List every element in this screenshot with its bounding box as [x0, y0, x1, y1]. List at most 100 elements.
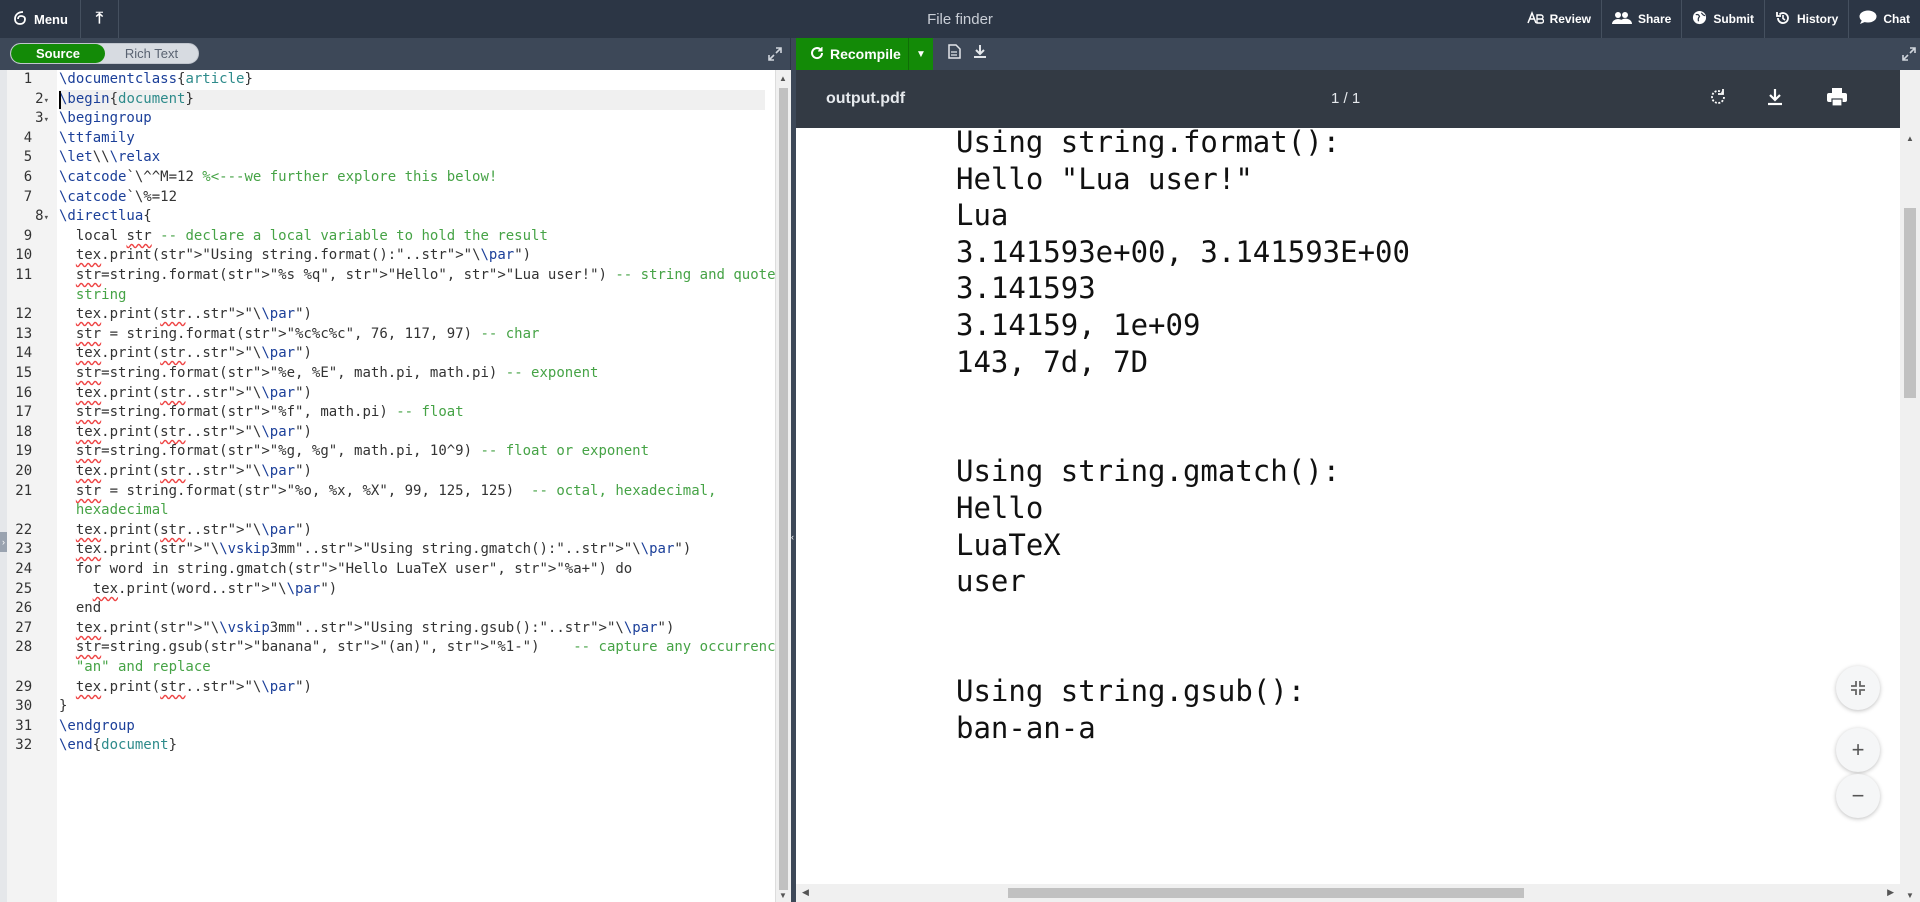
line-number: 15 — [15, 365, 49, 381]
recompile-label: Recompile — [830, 46, 901, 62]
code-line[interactable]: tex.print(str..str">"\\par") — [59, 521, 765, 541]
code-line[interactable]: \endgroup — [59, 717, 765, 737]
code-line[interactable]: str = string.format(str">"%c%c%c", 76, 1… — [59, 325, 765, 345]
code-line[interactable]: \ttfamily — [59, 129, 765, 149]
code-line[interactable]: \let\\\relax — [59, 148, 765, 168]
code-line[interactable]: \begin{document} — [59, 90, 765, 110]
download-icon[interactable] — [1766, 87, 1784, 113]
pdf-scroll-left-icon[interactable]: ◀ — [802, 887, 809, 898]
code-line[interactable]: \catcode`\%=12 — [59, 188, 765, 208]
code-line[interactable]: tex.print(str..str">"\\par") — [59, 423, 765, 443]
history-button[interactable]: History — [1763, 0, 1848, 38]
line-number: 29 — [15, 679, 49, 695]
code-line[interactable]: str=string.format(str">"%e, %E", math.pi… — [59, 364, 765, 384]
pdf-viewer[interactable]: Using string.format(): Hello "Lua user!" L… — [796, 128, 1900, 884]
chat-button[interactable]: Chat — [1848, 0, 1920, 38]
pdf-vertical-scrollbar[interactable]: ▲ ▼ — [1900, 70, 1920, 902]
line-number-gutter: 1 2▾ 3▾ 4 5 6 7 8▾ 9 10 11 12 13 14 15 16 1… — [7, 70, 57, 902]
toolbar: Source Rich Text Recompile ▼ — [0, 38, 1920, 70]
download-pdf-icon[interactable] — [973, 44, 987, 62]
back-to-projects-button[interactable]: ⤒ — [81, 0, 119, 38]
code-line[interactable]: tex.print(str..str">"\\par") — [59, 462, 765, 482]
file-tree-collapsed-strip[interactable]: › — [0, 70, 7, 902]
pdf-scroll-up-icon[interactable]: ▲ — [1906, 134, 1914, 143]
collapse-pane-icon[interactable]: ‹ — [791, 532, 794, 542]
pdf-text-line: 3.14159, 1e+09 — [956, 308, 1201, 342]
pdf-horizontal-scrollbar[interactable]: ◀ ▶ — [796, 884, 1900, 902]
logs-icon[interactable] — [948, 44, 961, 62]
line-number: 3▾ — [35, 110, 49, 126]
code-line[interactable]: tex.print(str..str">"\\par") — [59, 678, 765, 698]
line-number: 28 — [15, 639, 49, 655]
code-line[interactable]: \catcode`\^^M=12 %<---we further explore… — [59, 168, 765, 188]
submit-button[interactable]: Submit — [1681, 0, 1764, 38]
code-line[interactable]: tex.print(str..str">"\\par") — [59, 305, 765, 325]
scroll-down-icon[interactable]: ▼ — [779, 891, 787, 900]
code-line[interactable]: for word in string.gmatch(str">"Hello Lu… — [59, 560, 765, 580]
code-line[interactable]: str=string.format(str">"%f", math.pi) --… — [59, 403, 765, 423]
recompile-options-caret-icon[interactable]: ▼ — [908, 38, 933, 70]
code-line[interactable]: tex.print(str">"\\vskip3mm"..str">"Using… — [59, 619, 765, 639]
pdf-text-line: LuaTeX — [956, 527, 1061, 562]
share-label: Share — [1637, 12, 1672, 26]
line-number: 17 — [15, 404, 49, 420]
code-line[interactable]: tex.print(str..str">"\\par") — [59, 344, 765, 364]
code-editor[interactable]: 1 2▾ 3▾ 4 5 6 7 8▾ 9 10 11 12 13 14 15 16 1… — [7, 70, 791, 902]
menu-button[interactable]: Menu — [0, 0, 81, 38]
line-number: 26 — [15, 600, 49, 616]
pdf-vertical-scrollbar-thumb[interactable] — [1904, 208, 1916, 398]
line-number: 12 — [15, 306, 49, 322]
zoom-in-button[interactable]: + — [1836, 728, 1880, 772]
code-line[interactable]: tex.print(word..str">"\\par") — [59, 580, 765, 600]
code-line[interactable]: str=string.gsub(str">"banana", str">"(an… — [59, 638, 791, 658]
code-line[interactable]: \documentclass{article} — [59, 70, 765, 90]
line-number: 4 — [23, 130, 49, 146]
code-line[interactable]: tex.print(str">"\\vskip3mm"..str">"Using… — [59, 540, 765, 560]
code-line[interactable]: \begingroup — [59, 109, 765, 129]
share-button[interactable]: Share — [1600, 0, 1681, 38]
editor-scrollbar[interactable]: ▲ ▼ — [775, 70, 791, 902]
zoom-out-button[interactable]: − — [1836, 774, 1880, 818]
line-number: 22 — [15, 522, 49, 538]
rich-text-mode-button[interactable]: Rich Text — [105, 44, 198, 63]
arrow-up-icon: ⤒ — [95, 10, 103, 27]
review-button[interactable]: Review — [1516, 0, 1601, 38]
expand-pdf-icon[interactable] — [1900, 45, 1918, 63]
code-line[interactable]: \end{document} — [59, 736, 765, 756]
source-mode-button[interactable]: Source — [11, 44, 105, 63]
scroll-up-icon[interactable]: ▲ — [779, 74, 787, 83]
expand-editor-icon[interactable] — [766, 45, 784, 63]
code-line[interactable]: end — [59, 599, 765, 619]
pdf-scroll-down-icon[interactable]: ▼ — [1906, 891, 1914, 900]
pdf-viewer-header: output.pdf 1 / 1 — [796, 70, 1900, 128]
line-number: 9 — [23, 228, 49, 244]
reload-pdf-icon[interactable] — [1708, 87, 1728, 113]
line-number: 21 — [15, 483, 49, 499]
line-number: 1 — [23, 71, 49, 87]
code-line[interactable]: local str -- declare a local variable to… — [59, 227, 765, 247]
code-line[interactable]: } — [59, 697, 765, 717]
pdf-scroll-right-icon[interactable]: ▶ — [1887, 887, 1894, 898]
code-line[interactable]: tex.print(str..str">"\\par") — [59, 384, 765, 404]
recompile-button[interactable]: Recompile ▼ — [796, 38, 933, 70]
expand-file-tree-icon[interactable]: › — [0, 532, 7, 552]
editor-mode-toggle[interactable]: Source Rich Text — [10, 43, 199, 64]
code-line[interactable]: hexadecimal — [59, 501, 765, 521]
line-number: 13 — [15, 326, 49, 342]
code-line[interactable]: "an" and replace — [59, 658, 765, 678]
editor-scrollbar-thumb[interactable] — [779, 88, 788, 890]
code-line[interactable]: str=string.format(str">"%g, %g", math.pi… — [59, 442, 765, 462]
code-line[interactable]: string — [59, 286, 765, 306]
text-cursor — [59, 91, 61, 109]
code-line[interactable]: str = string.format(str">"%o, %x, %X", 9… — [59, 482, 765, 502]
code-line[interactable]: str=string.format(str">"%s %q", str">"He… — [59, 266, 784, 286]
pdf-horizontal-scrollbar-thumb[interactable] — [1008, 888, 1524, 898]
chat-label: Chat — [1883, 12, 1910, 26]
print-icon[interactable] — [1826, 87, 1848, 113]
code-line[interactable]: \directlua{ — [59, 207, 765, 227]
page-indicator: 1 / 1 — [1331, 90, 1361, 107]
fit-page-button[interactable] — [1836, 666, 1880, 710]
code-line[interactable]: tex.print(str">"Using string.format():".… — [59, 246, 765, 266]
history-icon — [1775, 10, 1791, 29]
recompile-main-button[interactable]: Recompile — [796, 38, 908, 70]
